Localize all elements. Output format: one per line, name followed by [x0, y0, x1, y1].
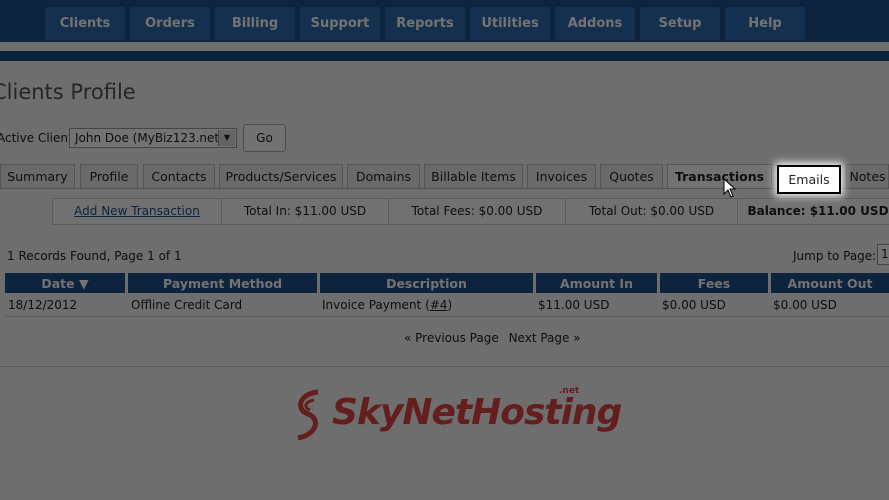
col-fees[interactable]: Fees — [660, 273, 768, 293]
description-text: Invoice Payment ( — [322, 298, 430, 312]
cell-amount-out: $0.00 USD — [773, 298, 837, 312]
cell-fees: $0.00 USD — [662, 298, 726, 312]
nav-orders[interactable]: Orders — [130, 7, 210, 40]
col-description[interactable]: Description — [320, 273, 533, 293]
nav-support[interactable]: Support — [300, 7, 380, 40]
total-out: Total Out: $0.00 USD — [566, 199, 738, 224]
records-found: 1 Records Found, Page 1 of 1 — [7, 249, 182, 263]
total-fees: Total Fees: $0.00 USD — [389, 199, 566, 224]
cell-date: 18/12/2012 — [8, 298, 78, 312]
active-client-select[interactable]: John Doe (MyBiz123.net) ▼ — [69, 128, 237, 148]
col-date[interactable]: Date ▼ — [5, 273, 125, 293]
jump-to-page-select[interactable]: 1 — [877, 244, 889, 265]
chevron-down-icon[interactable]: ▼ — [218, 130, 235, 146]
col-amount-out[interactable]: Amount Out — [771, 273, 889, 293]
logo-swirl-icon — [297, 389, 319, 441]
watermark-sub: .net — [559, 386, 580, 396]
nav-addons[interactable]: Addons — [555, 7, 635, 40]
jump-to-page-label: Jump to Page: — [793, 249, 877, 263]
nav-clients[interactable]: Clients — [45, 7, 125, 40]
col-payment-method[interactable]: Payment Method — [128, 273, 317, 293]
nav-utilities[interactable]: Utilities — [470, 7, 550, 40]
balance: Balance: $11.00 USD — [747, 204, 889, 218]
content-divider — [0, 366, 889, 367]
tab-products-services[interactable]: Products/Services — [219, 164, 343, 188]
watermark-text: SkyNetHosting — [332, 392, 622, 433]
tab-emails[interactable]: Emails — [777, 165, 841, 194]
add-new-transaction-link[interactable]: Add New Transaction — [74, 204, 200, 218]
tab-quotes[interactable]: Quotes — [600, 164, 663, 188]
tab-domains[interactable]: Domains — [347, 164, 420, 188]
previous-page-link[interactable]: « Previous Page — [404, 331, 499, 345]
description-suffix: ) — [447, 298, 453, 312]
total-in: Total In: $11.00 USD — [222, 199, 389, 224]
invoice-link[interactable]: #4 — [430, 298, 448, 312]
go-button[interactable]: Go — [243, 124, 286, 152]
tab-transactions[interactable]: Transactions — [667, 164, 772, 188]
pagination: « Previous Page Next Page » — [404, 331, 587, 345]
page-title: Clients Profile — [0, 80, 136, 104]
row-divider — [5, 316, 889, 317]
tab-billable-items[interactable]: Billable Items — [424, 164, 523, 188]
tab-contacts[interactable]: Contacts — [143, 164, 215, 188]
next-page-link[interactable]: Next Page » — [509, 331, 581, 345]
watermark: SkyNetHosting .net — [288, 386, 622, 446]
nav-setup[interactable]: Setup — [640, 7, 720, 40]
cell-description: Invoice Payment (#4) — [322, 298, 452, 312]
transactions-summary: Add New Transaction Total In: $11.00 USD… — [52, 198, 889, 225]
nav-billing[interactable]: Billing — [215, 7, 295, 40]
tab-profile[interactable]: Profile — [80, 164, 138, 188]
tab-summary[interactable]: Summary — [0, 164, 75, 188]
cell-amount-in: $11.00 USD — [538, 298, 610, 312]
tab-underline — [0, 188, 889, 189]
sub-nav-bar — [0, 51, 889, 61]
active-client-value: John Doe (MyBiz123.net) — [75, 131, 224, 145]
nav-help[interactable]: Help — [725, 7, 805, 40]
tab-notes[interactable]: Notes — [846, 164, 889, 188]
col-amount-in[interactable]: Amount In — [536, 273, 657, 293]
nav-reports[interactable]: Reports — [385, 7, 465, 40]
active-client-label: Active Client: — [0, 131, 77, 145]
tab-invoices[interactable]: Invoices — [527, 164, 596, 188]
cell-payment-method: Offline Credit Card — [131, 298, 243, 312]
mouse-cursor-icon — [723, 178, 737, 198]
